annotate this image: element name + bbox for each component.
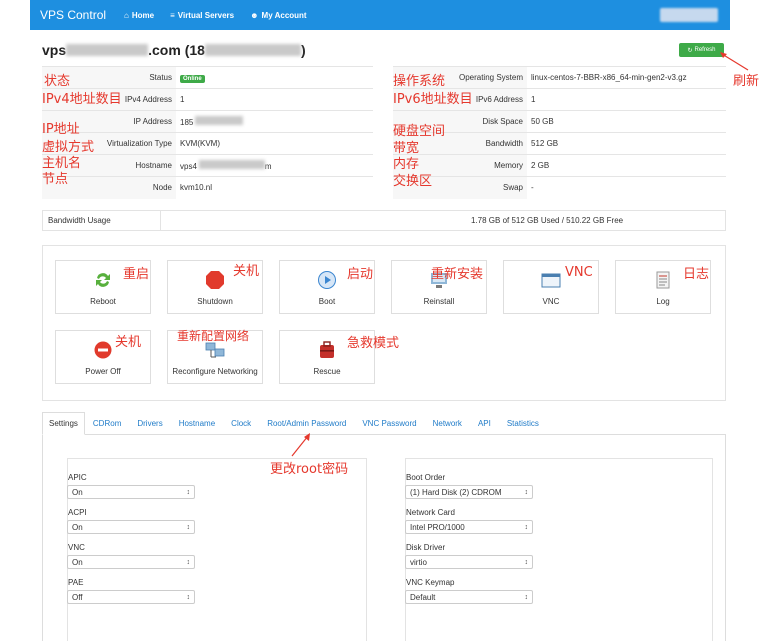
user-icon: ☻ (250, 10, 259, 20)
reinstall-label: Reinstall (423, 297, 455, 306)
annotation-arrow (720, 52, 749, 71)
action-panel: Reboot Shutdown Boot Reinstall VNC Log P… (42, 245, 726, 401)
disk-driver-label: Disk Driver (406, 543, 446, 552)
annotation-rescue: 急救模式 (347, 336, 400, 351)
redacted-block (204, 44, 301, 56)
bandwidth-usage-text: 1.78 GB of 512 GB Used / 510.22 GB Free (471, 216, 624, 225)
boot-order-label: Boot Order (406, 473, 446, 482)
info-row-memory: Memory 2 GB (393, 154, 726, 177)
home-icon: ⌂ (124, 10, 129, 20)
acpi-label: ACPI (68, 508, 87, 517)
vnc-icon (541, 273, 561, 288)
annotation-status: 状态 (44, 74, 71, 89)
server-info-left: Status Online IPv4 Address 1 IP Address … (42, 66, 373, 199)
power-off-icon (94, 341, 112, 359)
boot-icon (318, 271, 336, 289)
settings-tabs: Settings CDRom Drivers Hostname Clock Ro… (42, 412, 726, 435)
redacted-block (198, 160, 265, 169)
tab-cdrom[interactable]: CDRom (85, 419, 129, 434)
bandwidth-usage-label: Bandwidth Usage (43, 211, 161, 230)
reboot-icon (96, 273, 110, 287)
tab-hostname[interactable]: Hostname (171, 419, 223, 434)
nav-my-account[interactable]: ☻ My Account (250, 11, 306, 20)
nav-virtual-servers-label: Virtual Servers (177, 10, 235, 20)
tab-vnc-password[interactable]: VNC Password (354, 419, 424, 434)
refresh-icon: ↻ (687, 47, 693, 54)
tab-statistics[interactable]: Statistics (499, 419, 547, 434)
annotation-vnc: VNC (565, 265, 593, 280)
reboot-label: Reboot (90, 297, 116, 306)
settings-left-column: APIC On ACPI On VNC On PAE Off (67, 458, 367, 641)
tab-drivers[interactable]: Drivers (129, 419, 170, 434)
settings-right-column: Boot Order (1) Hard Disk (2) CDROM Netwo… (405, 458, 713, 641)
annotation-reboot: 重启 (123, 267, 150, 282)
annotation-node: 节点 (42, 172, 69, 187)
boot-label: Boot (318, 297, 336, 306)
power-off-label: Power Off (85, 367, 121, 376)
list-icon: ≡ (170, 10, 175, 20)
vnc-keymap-select[interactable]: Default (405, 590, 533, 604)
page-title: vps .com (18 ) (42, 42, 306, 58)
annotation-shutdown: 关机 (233, 264, 260, 279)
reconfigure-networking-label: Reconfigure Networking (172, 367, 258, 376)
tab-clock[interactable]: Clock (223, 419, 259, 434)
apic-label: APIC (68, 473, 87, 482)
nav-home-label: Home (131, 10, 155, 20)
status-badge: Online (180, 75, 205, 83)
pae-label: PAE (68, 578, 84, 587)
top-navbar: VPS Control ⌂ Home ≡ Virtual Servers ☻ M… (30, 0, 730, 30)
annotation-refresh: 刷新 (733, 74, 760, 89)
vnc-select[interactable]: On (67, 555, 195, 569)
vnc-label: VNC (68, 543, 85, 552)
log-label: Log (656, 297, 670, 306)
tab-api[interactable]: API (470, 419, 499, 434)
shutdown-icon (206, 271, 224, 289)
vnc-label: VNC (542, 297, 560, 306)
vnc-keymap-label: VNC Keymap (406, 578, 455, 587)
disk-driver-select[interactable]: virtio (405, 555, 533, 569)
nav-virtual-servers[interactable]: ≡ Virtual Servers (170, 11, 234, 20)
settings-panel: APIC On ACPI On VNC On PAE Off Boot Orde… (42, 435, 726, 641)
rescue-icon (320, 341, 334, 358)
network-card-label: Network Card (406, 508, 455, 517)
annotation-ipv6: IPv6地址数目 (393, 92, 473, 107)
acpi-select[interactable]: On (67, 520, 195, 534)
annotation-ip: IP地址 (42, 122, 80, 137)
info-row-swap: Swap - (393, 176, 726, 199)
annotation-os: 操作系统 (393, 74, 446, 89)
redacted-block (66, 44, 149, 56)
annotation-power-off: 关机 (115, 335, 142, 350)
info-row-node: Node kvm10.nl (42, 176, 373, 199)
pae-select[interactable]: Off (67, 590, 195, 604)
tab-network[interactable]: Network (425, 419, 470, 434)
boot-order-select[interactable]: (1) Hard Disk (2) CDROM (405, 485, 533, 499)
annotation-log: 日志 (683, 267, 710, 282)
annotation-reconfigure: 重新配置网络 (177, 329, 250, 343)
shutdown-label: Shutdown (197, 297, 233, 306)
tab-settings[interactable]: Settings (42, 412, 85, 435)
network-card-select[interactable]: Intel PRO/1000 (405, 520, 533, 534)
apic-select[interactable]: On (67, 485, 195, 499)
rescue-label: Rescue (313, 367, 341, 376)
annotation-swap: 交换区 (393, 174, 433, 189)
info-row-ip: IP Address 185 (42, 110, 373, 133)
log-icon (656, 271, 670, 289)
annotation-reinstall: 重新安装 (431, 267, 484, 282)
user-menu-redacted[interactable] (660, 8, 718, 22)
redacted-block (195, 116, 244, 125)
nav-my-account-label: My Account (261, 10, 307, 20)
annotation-boot: 启动 (347, 267, 374, 282)
brand-logo[interactable]: VPS Control (40, 8, 106, 22)
annotation-ipv4: IPv4地址数目 (42, 92, 122, 107)
info-row-status: Status Online (42, 66, 373, 89)
info-row-hostname: Hostname vps4 m (42, 154, 373, 177)
nav-home[interactable]: ⌂ Home (124, 11, 154, 20)
bandwidth-usage-bar: Bandwidth Usage 1.78 GB of 512 GB Used /… (42, 210, 726, 231)
